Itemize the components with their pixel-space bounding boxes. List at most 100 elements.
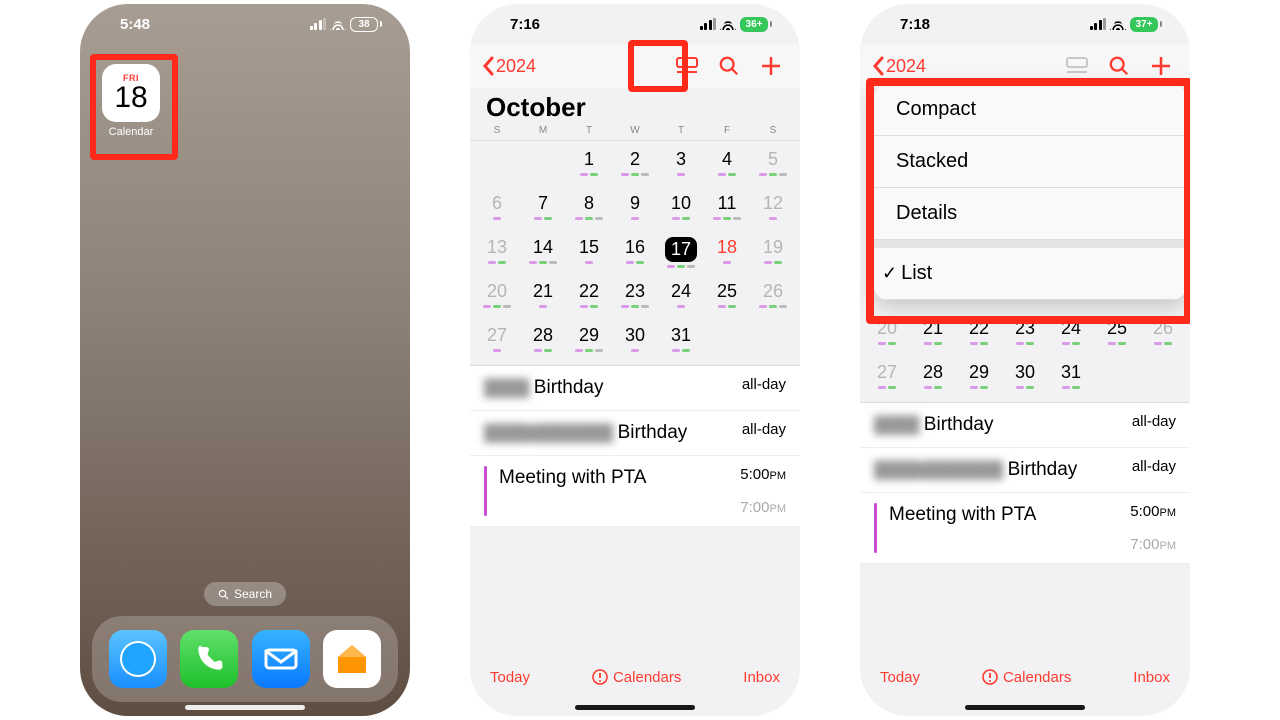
signal-icon	[310, 18, 327, 30]
signal-icon	[700, 18, 717, 30]
event-row[interactable]: ████ Birthdayall-day	[470, 366, 800, 411]
calendar-day[interactable]: 8	[566, 189, 612, 233]
calendar-day[interactable]: 6	[474, 189, 520, 233]
search-icon	[1108, 55, 1130, 77]
annotation-highlight	[866, 78, 1190, 324]
calendar-day[interactable]: 12	[750, 189, 796, 233]
calendar-day[interactable]: 13	[474, 233, 520, 277]
search-icon	[218, 589, 229, 600]
annotation-highlight	[90, 54, 178, 160]
event-row[interactable]: ████ Birthdayall-day	[860, 403, 1190, 448]
back-button[interactable]: 2024	[872, 56, 926, 77]
phone-home-screen: 5:48 38 FRI 18 Calendar Search	[80, 4, 410, 716]
home-indicator[interactable]	[185, 705, 305, 710]
calendar-grid[interactable]: 1234567891011121314151617181920212223242…	[470, 141, 800, 365]
calendar-day[interactable]: 28	[520, 321, 566, 365]
add-event-button[interactable]	[754, 49, 788, 83]
calendar-day[interactable]	[1140, 358, 1186, 402]
mail-icon[interactable]	[252, 630, 310, 688]
calendar-day[interactable]: 21	[520, 277, 566, 321]
calendar-day[interactable]: 1	[566, 145, 612, 189]
phone-icon[interactable]	[180, 630, 238, 688]
calendar-day[interactable]	[520, 145, 566, 189]
calendar-day[interactable]: 30	[612, 321, 658, 365]
calendar-day[interactable]	[1094, 358, 1140, 402]
search-icon	[718, 55, 740, 77]
calendar-day[interactable]: 2	[612, 145, 658, 189]
signal-icon	[1090, 18, 1107, 30]
status-time: 7:16	[510, 16, 540, 33]
calendar-day[interactable]: 3	[658, 145, 704, 189]
calendar-day[interactable]: 4	[704, 145, 750, 189]
calendar-day[interactable]	[474, 145, 520, 189]
today-button[interactable]: Today	[490, 669, 530, 686]
calendar-day[interactable]: 29	[956, 358, 1002, 402]
plus-icon	[1150, 55, 1172, 77]
search-button[interactable]	[712, 49, 746, 83]
calendars-button[interactable]: Calendars	[592, 669, 681, 686]
alert-icon	[982, 669, 998, 685]
status-bar: 7:16 36+	[470, 4, 800, 44]
calendar-day[interactable]: 24	[658, 277, 704, 321]
events-list[interactable]: ████ Birthdayall-day████ ███████ Birthda…	[470, 365, 800, 527]
status-bar: 7:18 37+	[860, 4, 1190, 44]
inbox-button[interactable]: Inbox	[1133, 669, 1170, 686]
spotlight-search[interactable]: Search	[204, 582, 286, 606]
calendar-day[interactable]: 27	[474, 321, 520, 365]
calendar-day[interactable]: 23	[612, 277, 658, 321]
calendars-button[interactable]: Calendars	[982, 669, 1071, 686]
calendar-day[interactable]: 11	[704, 189, 750, 233]
calendar-day[interactable]: 15	[566, 233, 612, 277]
calendar-day[interactable]	[750, 321, 796, 365]
today-button[interactable]: Today	[880, 669, 920, 686]
phone-calendar-month: 7:16 36+ 2024 October SMTWTFS 1234567891…	[470, 4, 800, 716]
wifi-icon	[1110, 18, 1126, 30]
chevron-left-icon	[872, 56, 884, 76]
home-indicator[interactable]	[965, 705, 1085, 710]
calendar-day[interactable]: 31	[1048, 358, 1094, 402]
battery-icon: 38	[350, 17, 382, 32]
home-app-icon[interactable]	[323, 630, 381, 688]
dock	[92, 616, 398, 702]
inbox-button[interactable]: Inbox	[743, 669, 780, 686]
annotation-highlight	[628, 40, 688, 92]
calendar-day[interactable]: 9	[612, 189, 658, 233]
event-row[interactable]: Meeting with PTA5:00PM7:00PM	[470, 456, 800, 527]
calendar-footer: Today Calendars Inbox	[470, 660, 800, 694]
calendar-day[interactable]: 28	[910, 358, 956, 402]
chevron-left-icon	[482, 56, 494, 76]
calendar-day[interactable]: 20	[474, 277, 520, 321]
calendar-day[interactable]: 14	[520, 233, 566, 277]
plus-icon	[760, 55, 782, 77]
calendar-day[interactable]: 7	[520, 189, 566, 233]
calendar-day[interactable]: 29	[566, 321, 612, 365]
calendar-day[interactable]: 17	[658, 233, 704, 277]
list-view-icon	[1065, 56, 1089, 76]
calendar-footer: Today Calendars Inbox	[860, 660, 1190, 694]
calendar-day[interactable]: 18	[704, 233, 750, 277]
safari-icon[interactable]	[109, 630, 167, 688]
alert-icon	[592, 669, 608, 685]
calendar-day[interactable]: 10	[658, 189, 704, 233]
calendar-day[interactable]: 27	[864, 358, 910, 402]
calendar-day[interactable]: 30	[1002, 358, 1048, 402]
dow-header: SMTWTFS	[470, 125, 800, 141]
battery-icon: 36+	[740, 17, 772, 32]
event-row[interactable]: ████ ███████ Birthdayall-day	[470, 411, 800, 456]
calendar-day[interactable]: 16	[612, 233, 658, 277]
calendar-day[interactable]: 31	[658, 321, 704, 365]
calendar-day[interactable]: 25	[704, 277, 750, 321]
calendar-day[interactable]: 5	[750, 145, 796, 189]
calendar-day[interactable]	[704, 321, 750, 365]
wifi-icon	[720, 18, 736, 30]
calendar-day[interactable]: 19	[750, 233, 796, 277]
back-button[interactable]: 2024	[482, 56, 536, 77]
home-indicator[interactable]	[575, 705, 695, 710]
calendar-day[interactable]: 26	[750, 277, 796, 321]
events-list[interactable]: ████ Birthdayall-day████ ███████ Birthda…	[860, 402, 1190, 564]
status-time: 5:48	[120, 16, 150, 33]
event-row[interactable]: Meeting with PTA5:00PM7:00PM	[860, 493, 1190, 564]
calendar-day[interactable]: 22	[566, 277, 612, 321]
wifi-icon	[330, 18, 346, 30]
event-row[interactable]: ████ ███████ Birthdayall-day	[860, 448, 1190, 493]
